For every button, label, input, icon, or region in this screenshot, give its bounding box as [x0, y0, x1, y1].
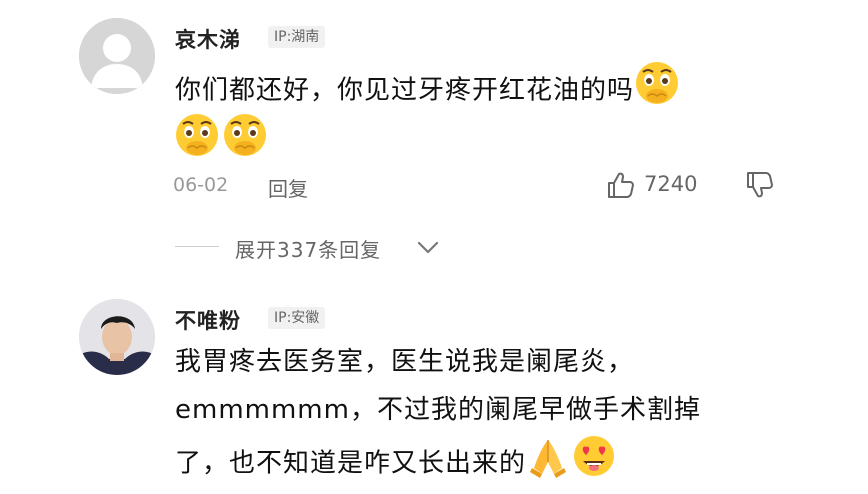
comment-text-segment: 了，也不知道是咋又长出来的	[175, 448, 527, 479]
heart-eyes-emoji	[572, 434, 616, 494]
comment-text-line: 了，也不知道是咋又长出来的	[175, 434, 701, 494]
face-holding-back-tears-emoji	[174, 112, 220, 162]
like-count: 7240	[644, 172, 698, 196]
ip-location-badge: IP:湖南	[268, 26, 326, 48]
username[interactable]: 不唯粉	[175, 305, 241, 335]
comment-item: 哀木涕 IP:湖南 你们都还好，你见过牙疼开红花油的吗 06-02 回复 724…	[0, 0, 868, 270]
avatar[interactable]	[79, 18, 155, 94]
username[interactable]: 哀木涕	[175, 24, 241, 54]
folded-hands-emoji	[526, 434, 570, 494]
comment-date: 06-02	[173, 174, 229, 196]
face-holding-back-tears-emoji	[634, 60, 680, 122]
thumbs-up-icon	[608, 172, 634, 198]
reply-button[interactable]: 回复	[268, 173, 308, 202]
thumbs-down-icon[interactable]	[745, 170, 775, 200]
comment-item: 不唯粉 IP:安徽 我胃疼去医务室，医生说我是阑尾炎， emmmmmm，不过我的…	[0, 280, 868, 481]
comment-text-line: 我胃疼去医务室，医生说我是阑尾炎，	[175, 347, 635, 377]
comment-emoji-row	[174, 112, 268, 162]
expand-replies-button[interactable]: 展开337条回复	[175, 232, 465, 262]
user-photo-icon	[79, 299, 155, 375]
avatar[interactable]	[79, 299, 155, 375]
comment-text: 我胃疼去医务室，医生说我是阑尾炎， emmmmmm，不过我的阑尾早做手术割掉 了…	[175, 338, 701, 494]
face-holding-back-tears-emoji	[222, 112, 268, 162]
comment-text-line: emmmmmm，不过我的阑尾早做手术割掉	[175, 395, 701, 425]
ip-location-badge: IP:安徽	[268, 307, 326, 329]
divider-line	[175, 246, 219, 247]
chevron-down-icon	[417, 241, 439, 254]
expand-replies-label: 展开337条回复	[235, 238, 382, 262]
default-avatar-icon	[79, 18, 155, 94]
comment-text-line: 你们都还好，你见过牙疼开红花油的吗	[175, 75, 635, 106]
